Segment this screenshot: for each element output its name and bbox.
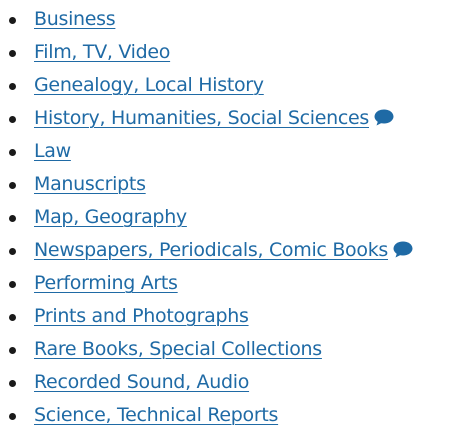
bullet-icon: [9, 17, 16, 24]
list-item: Rare Books, Special Collections: [0, 333, 453, 366]
topic-link-rare-books[interactable]: Rare Books, Special Collections: [34, 333, 322, 366]
topic-label: Performing Arts: [34, 272, 178, 294]
topic-link-history-humanities[interactable]: History, Humanities, Social Sciences: [34, 102, 394, 135]
bullet-icon: [9, 248, 16, 255]
topic-list: Business Film, TV, Video Genealogy, Loca…: [0, 3, 453, 432]
list-item: Manuscripts: [0, 168, 453, 201]
topic-label: Science, Technical Reports: [34, 404, 279, 426]
topic-link-prints-photographs[interactable]: Prints and Photographs: [34, 300, 249, 333]
chat-bubble-icon[interactable]: [393, 241, 413, 258]
topic-label: Law: [34, 140, 71, 162]
bullet-icon: [9, 149, 16, 156]
topic-link-genealogy[interactable]: Genealogy, Local History: [34, 69, 264, 102]
list-item: Newspapers, Periodicals, Comic Books: [0, 234, 453, 267]
bullet-icon: [9, 116, 16, 123]
bullet-icon: [9, 83, 16, 90]
bullet-icon: [9, 347, 16, 354]
topic-label: Prints and Photographs: [34, 305, 249, 327]
topic-link-performing-arts[interactable]: Performing Arts: [34, 267, 178, 300]
list-item: Prints and Photographs: [0, 300, 453, 333]
topic-label: Map, Geography: [34, 206, 187, 228]
topic-link-map-geography[interactable]: Map, Geography: [34, 201, 187, 234]
list-item: Genealogy, Local History: [0, 69, 453, 102]
list-item: Map, Geography: [0, 201, 453, 234]
bullet-icon: [9, 380, 16, 387]
topic-link-science-technical[interactable]: Science, Technical Reports: [34, 399, 278, 432]
topic-label: Recorded Sound, Audio: [34, 371, 250, 393]
bullet-icon: [9, 182, 16, 189]
bullet-icon: [9, 281, 16, 288]
bullet-icon: [9, 215, 16, 222]
topic-label: Rare Books, Special Collections: [34, 338, 322, 360]
topic-label: Genealogy, Local History: [34, 74, 264, 96]
topic-link-newspapers[interactable]: Newspapers, Periodicals, Comic Books: [34, 234, 413, 267]
topic-link-recorded-sound[interactable]: Recorded Sound, Audio: [34, 366, 249, 399]
list-item: History, Humanities, Social Sciences: [0, 102, 453, 135]
topic-label: Manuscripts: [34, 173, 146, 195]
topic-label: Business: [34, 8, 116, 30]
topic-label: Newspapers, Periodicals, Comic Books: [34, 239, 389, 261]
list-item: Recorded Sound, Audio: [0, 366, 453, 399]
list-item: Film, TV, Video: [0, 36, 453, 69]
topic-link-business[interactable]: Business: [34, 3, 116, 36]
list-item: Science, Technical Reports: [0, 399, 453, 432]
list-item: Business: [0, 3, 453, 36]
topic-link-law[interactable]: Law: [34, 135, 71, 168]
bullet-icon: [9, 50, 16, 57]
chat-bubble-icon[interactable]: [374, 109, 394, 126]
topic-link-manuscripts[interactable]: Manuscripts: [34, 168, 146, 201]
list-item: Law: [0, 135, 453, 168]
bullet-icon: [9, 314, 16, 321]
bullet-icon: [9, 413, 16, 420]
topic-link-film-tv-video[interactable]: Film, TV, Video: [34, 36, 170, 69]
topic-label: History, Humanities, Social Sciences: [34, 107, 369, 129]
list-item: Performing Arts: [0, 267, 453, 300]
topic-label: Film, TV, Video: [34, 41, 171, 63]
